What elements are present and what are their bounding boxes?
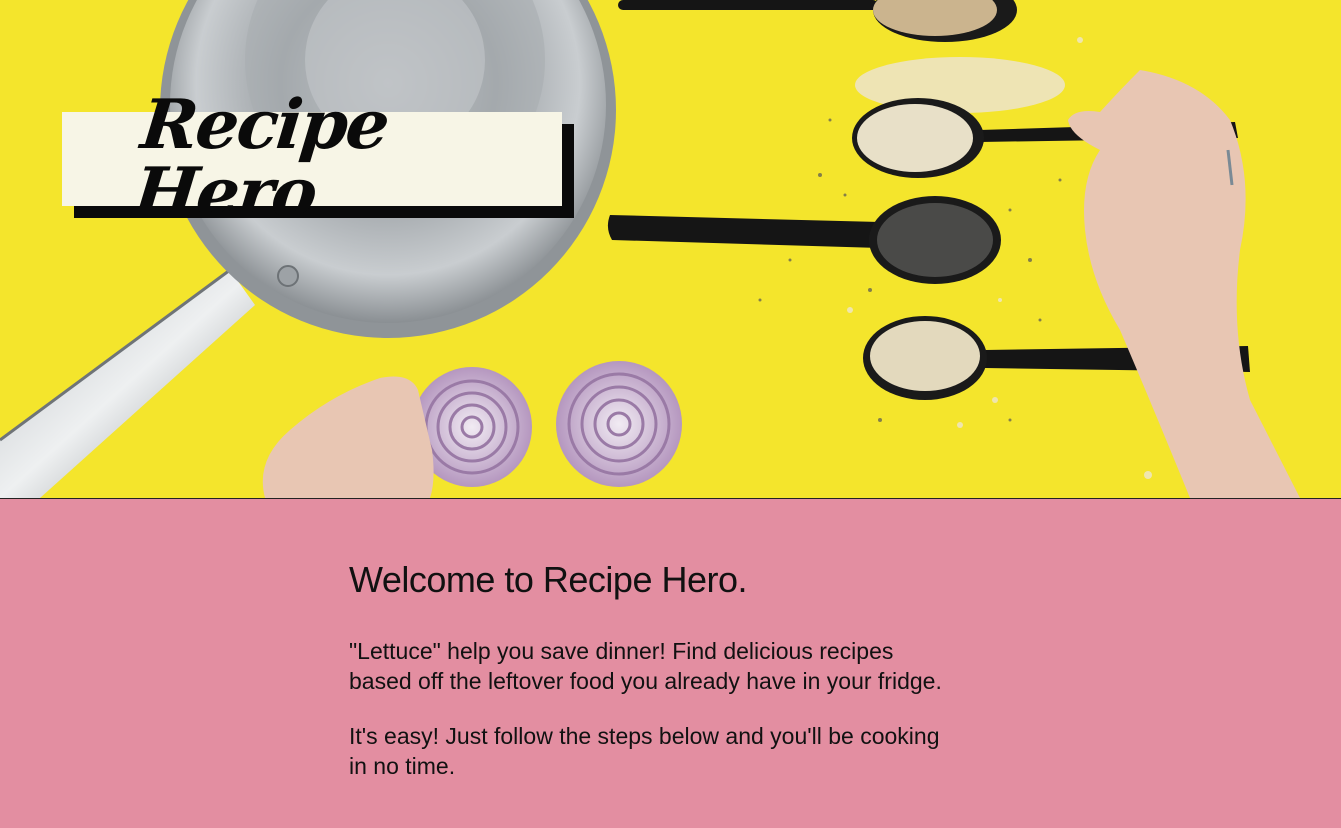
intro-paragraph-2: It's easy! Just follow the steps below a… (349, 721, 999, 781)
intro-paragraph-1-line-1: "Lettuce" help you save dinner! Find del… (349, 638, 894, 664)
hero-image (0, 0, 1300, 498)
right-hand (1068, 70, 1300, 498)
onion-slices (412, 361, 682, 487)
logo[interactable]: Recipe Hero (62, 85, 574, 233)
welcome-heading: Welcome to Recipe Hero. (349, 559, 748, 600)
intro-section: Welcome to Recipe Hero. "Lettuce" help y… (0, 499, 1341, 828)
intro-paragraph-2-line-1: It's easy! Just follow the steps below a… (349, 723, 940, 749)
page: Recipe Hero Welcome to Recipe Hero. "Let… (0, 0, 1341, 828)
hero-banner: Recipe Hero (0, 0, 1341, 499)
intro-paragraph-1-line-2: based off the leftover food you already … (349, 668, 942, 694)
logo-box: Recipe Hero (62, 85, 562, 233)
pan-handle (0, 268, 255, 498)
intro-content: Welcome to Recipe Hero. "Lettuce" help y… (349, 559, 1009, 781)
logo-text: Recipe Hero (130, 85, 392, 233)
intro-paragraph-1: "Lettuce" help you save dinner! Find del… (349, 636, 999, 696)
left-hand (262, 376, 434, 498)
intro-paragraph-2-line-2: in no time. (349, 753, 456, 779)
